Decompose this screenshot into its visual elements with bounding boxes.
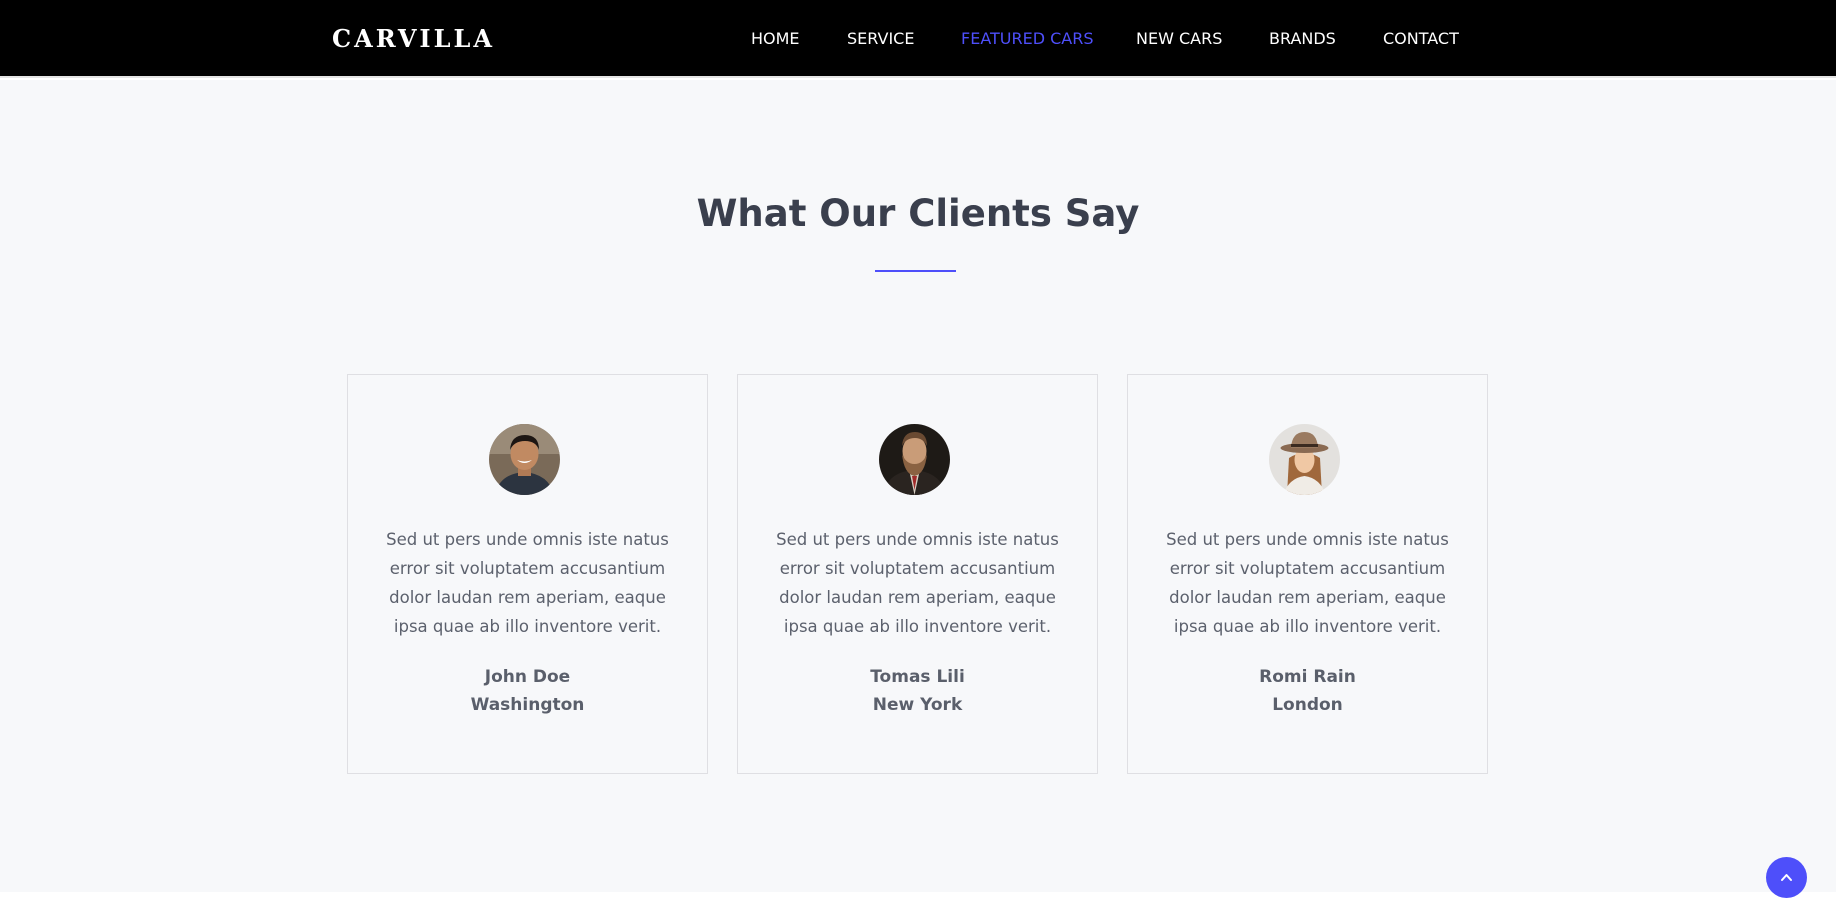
scroll-to-top-button[interactable]	[1766, 857, 1807, 898]
nav-contact[interactable]: CONTACT	[1383, 29, 1459, 48]
client-name: Tomas Lili	[870, 667, 965, 687]
testimonial-quote: Sed ut pers unde omnis iste natus error …	[1166, 530, 1449, 636]
nav-new-cars[interactable]: NEW CARS	[1136, 29, 1222, 48]
client-avatar	[879, 424, 950, 495]
client-city: New York	[872, 695, 963, 715]
site-logo[interactable]: CARVILLA	[332, 24, 495, 53]
chevron-up-icon	[1781, 874, 1792, 881]
section-title: What Our Clients Say	[696, 192, 1140, 235]
nav-brands[interactable]: BRANDS	[1269, 29, 1336, 48]
client-city: London	[1272, 695, 1343, 715]
title-underline	[875, 270, 956, 272]
client-city: Washington	[470, 695, 585, 715]
nav-service[interactable]: SERVICE	[847, 29, 914, 48]
testimonial-card: Sed ut pers unde omnis iste natus error …	[737, 374, 1098, 774]
nav-featured-cars[interactable]: FEATURED CARS	[961, 29, 1094, 48]
client-name: John Doe	[484, 667, 571, 687]
client-name: Romi Rain	[1259, 667, 1356, 687]
testimonial-card: Sed ut pers unde omnis iste natus error …	[1127, 374, 1488, 774]
testimonial-card: Sed ut pers unde omnis iste natus error …	[347, 374, 708, 774]
top-navbar: CARVILLA HOME SERVICE FEATURED CARS NEW …	[0, 0, 1836, 78]
client-avatar	[489, 424, 560, 495]
client-avatar	[1269, 424, 1340, 495]
testimonial-quote: Sed ut pers unde omnis iste natus error …	[386, 530, 669, 636]
clients-section: What Our Clients Say Sed ut pers unde om…	[0, 80, 1836, 892]
testimonial-quote: Sed ut pers unde omnis iste natus error …	[776, 530, 1059, 636]
nav-home[interactable]: HOME	[751, 29, 800, 48]
